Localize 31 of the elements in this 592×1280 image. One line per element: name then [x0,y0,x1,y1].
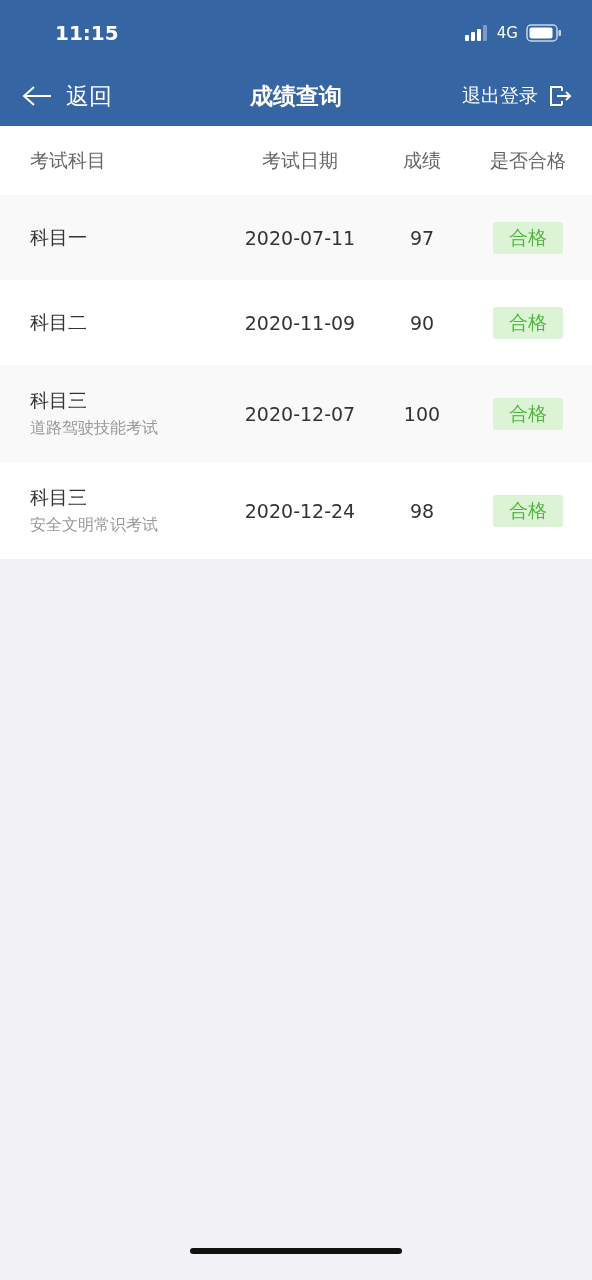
column-header: 考试科目 [30,148,106,171]
subject-name: 科目三 [30,388,87,413]
score-value: 100 [403,402,441,425]
subject-name: 科目三 [30,485,87,510]
subject-note: 道路驾驶技能考试 [30,418,158,439]
score-value: 90 [409,311,435,334]
logout-button[interactable]: 退出登录 [462,83,572,109]
exam-date: 2020-07-11 [244,226,356,249]
status-time: 11:15 [55,21,120,45]
result-badge: 合格 [493,397,563,430]
column-header: 成绩 [403,148,441,171]
network-label: 4G [496,24,518,42]
column-header: 是否合格 [490,148,566,171]
signal-icon [464,25,489,41]
result-badge: 合格 [493,221,563,254]
exam-date: 2020-11-09 [244,311,356,334]
column-header: 考试日期 [262,148,338,171]
score-value: 98 [409,499,435,522]
back-arrow-icon [22,85,52,107]
subject-note: 安全文明常识考试 [30,515,158,536]
page-title: 成绩查询 [250,82,342,109]
exam-date: 2020-12-07 [244,402,356,425]
battery-icon [526,24,562,42]
score-value: 97 [409,226,435,249]
result-badge: 合格 [493,306,563,339]
result-badge: 合格 [493,494,563,527]
back-button[interactable]: 返回 [22,80,112,112]
logout-icon [548,84,572,108]
subject-name: 科目二 [30,309,87,335]
subject-name: 科目一 [30,224,87,250]
exam-date: 2020-12-24 [244,499,356,522]
